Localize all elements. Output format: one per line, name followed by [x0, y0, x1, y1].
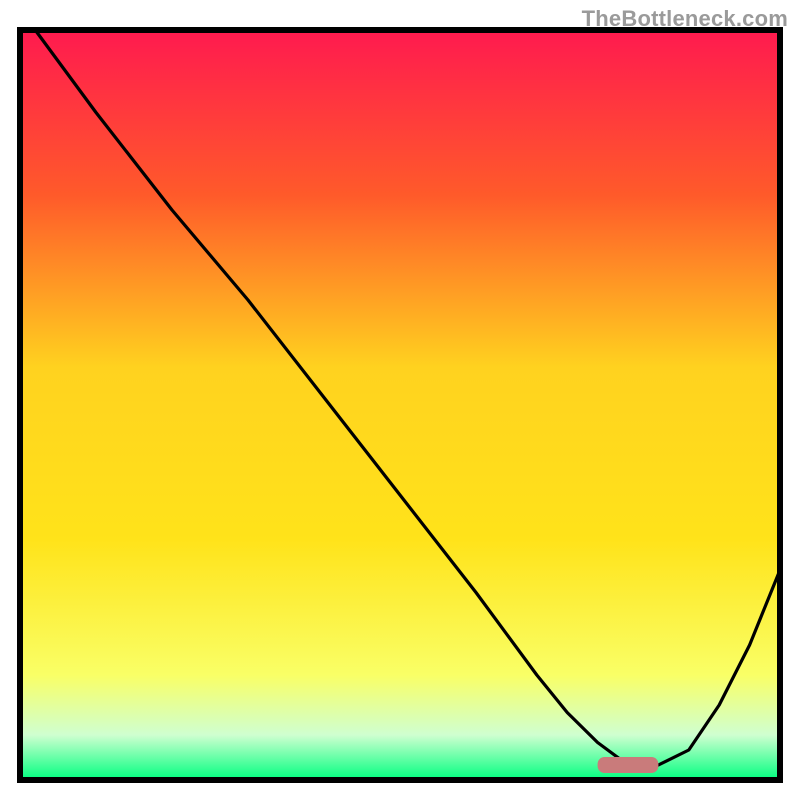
plot-background [20, 30, 780, 780]
watermark-text: TheBottleneck.com [582, 6, 788, 32]
chart-svg [0, 0, 800, 800]
optimal-marker [598, 757, 659, 773]
chart-container: TheBottleneck.com [0, 0, 800, 800]
